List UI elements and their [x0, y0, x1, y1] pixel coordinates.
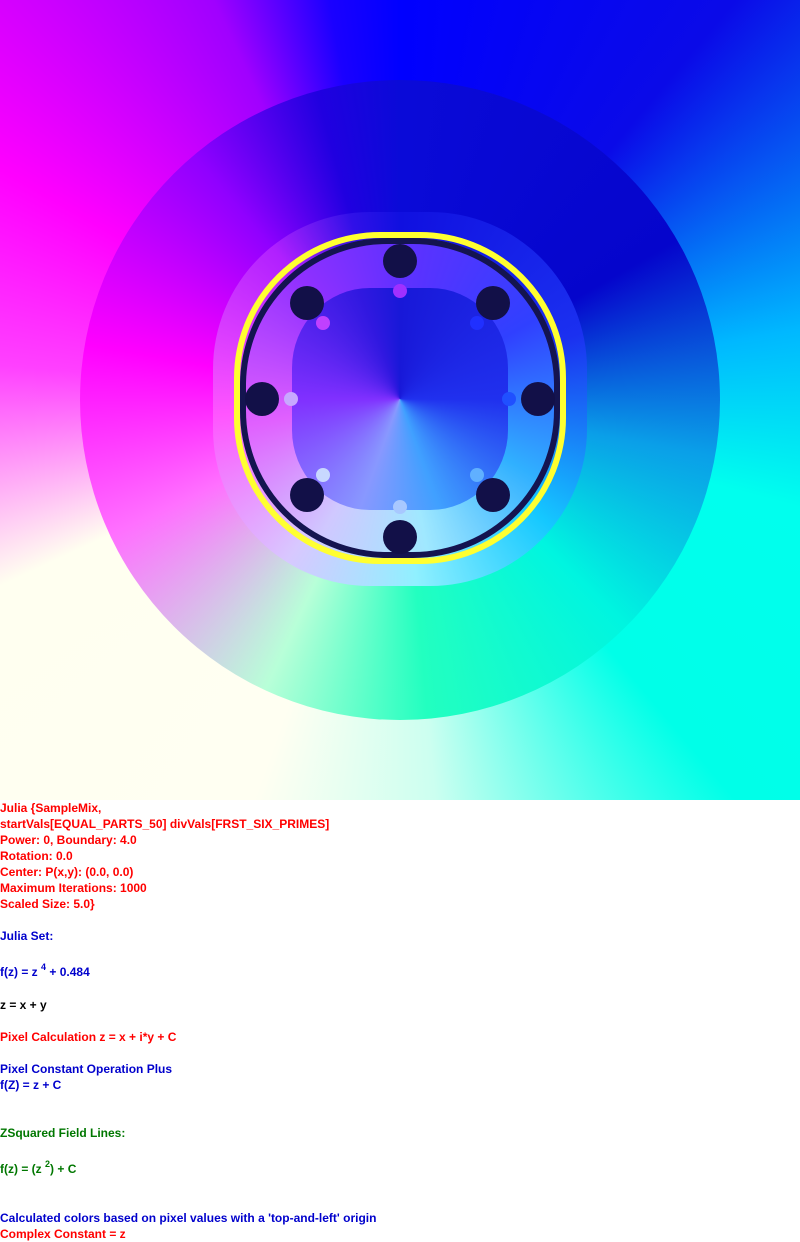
- fractal-bulb: [470, 316, 484, 330]
- header-line-1: Julia {SampleMix,: [0, 801, 102, 815]
- julia-formula-suffix: + 0.484: [46, 965, 90, 979]
- fractal-lobe: [383, 244, 417, 278]
- fractal-bulb: [284, 392, 298, 406]
- field-formula-prefix: f(z) = (z: [0, 1162, 42, 1176]
- header-line-3: Power: 0, Boundary: 4.0: [0, 833, 137, 847]
- z-definition: z = x + y: [0, 998, 47, 1012]
- fractal-bulb: [316, 316, 330, 330]
- fractal-lobe: [476, 286, 510, 320]
- header-line-5: Center: P(x,y): (0.0, 0.0): [0, 865, 134, 879]
- complex-constant: Complex Constant = z: [0, 1227, 126, 1241]
- fractal-lobe: [383, 520, 417, 554]
- header-line-6: Maximum Iterations: 1000: [0, 881, 147, 895]
- colors-note: Calculated colors based on pixel values …: [0, 1211, 377, 1225]
- fractal-image: [0, 0, 800, 800]
- fractal-lobe: [245, 382, 279, 416]
- header-line-4: Rotation: 0.0: [0, 849, 73, 863]
- fractal-bulb: [393, 500, 407, 514]
- pixel-operation-formula: f(Z) = z + C: [0, 1078, 62, 1092]
- julia-set-label: Julia Set:: [0, 929, 54, 943]
- fractal-bulb: [316, 468, 330, 482]
- fractal-lobe: [476, 478, 510, 512]
- field-lines-label: ZSquared Field Lines:: [0, 1126, 126, 1140]
- fractal-bulb: [502, 392, 516, 406]
- pixel-calculation: Pixel Calculation z = x + i*y + C: [0, 1030, 177, 1044]
- julia-formula-prefix: f(z) = z: [0, 965, 38, 979]
- fractal-bulb: [470, 468, 484, 482]
- fractal-lobe: [290, 478, 324, 512]
- header-line-7: Scaled Size: 5.0}: [0, 897, 95, 911]
- header-line-2: startVals[EQUAL_PARTS_50] divVals[FRST_S…: [0, 817, 330, 831]
- fractal-lobe: [521, 382, 555, 416]
- field-formula: f(z) = (z 2) + C: [0, 1160, 77, 1177]
- pixel-operation-title: Pixel Constant Operation Plus: [0, 1062, 173, 1076]
- fractal-lobe: [290, 286, 324, 320]
- field-formula-suffix: ) + C: [50, 1162, 77, 1176]
- fractal-bulb: [393, 284, 407, 298]
- julia-formula: f(z) = z 4 + 0.484: [0, 963, 90, 980]
